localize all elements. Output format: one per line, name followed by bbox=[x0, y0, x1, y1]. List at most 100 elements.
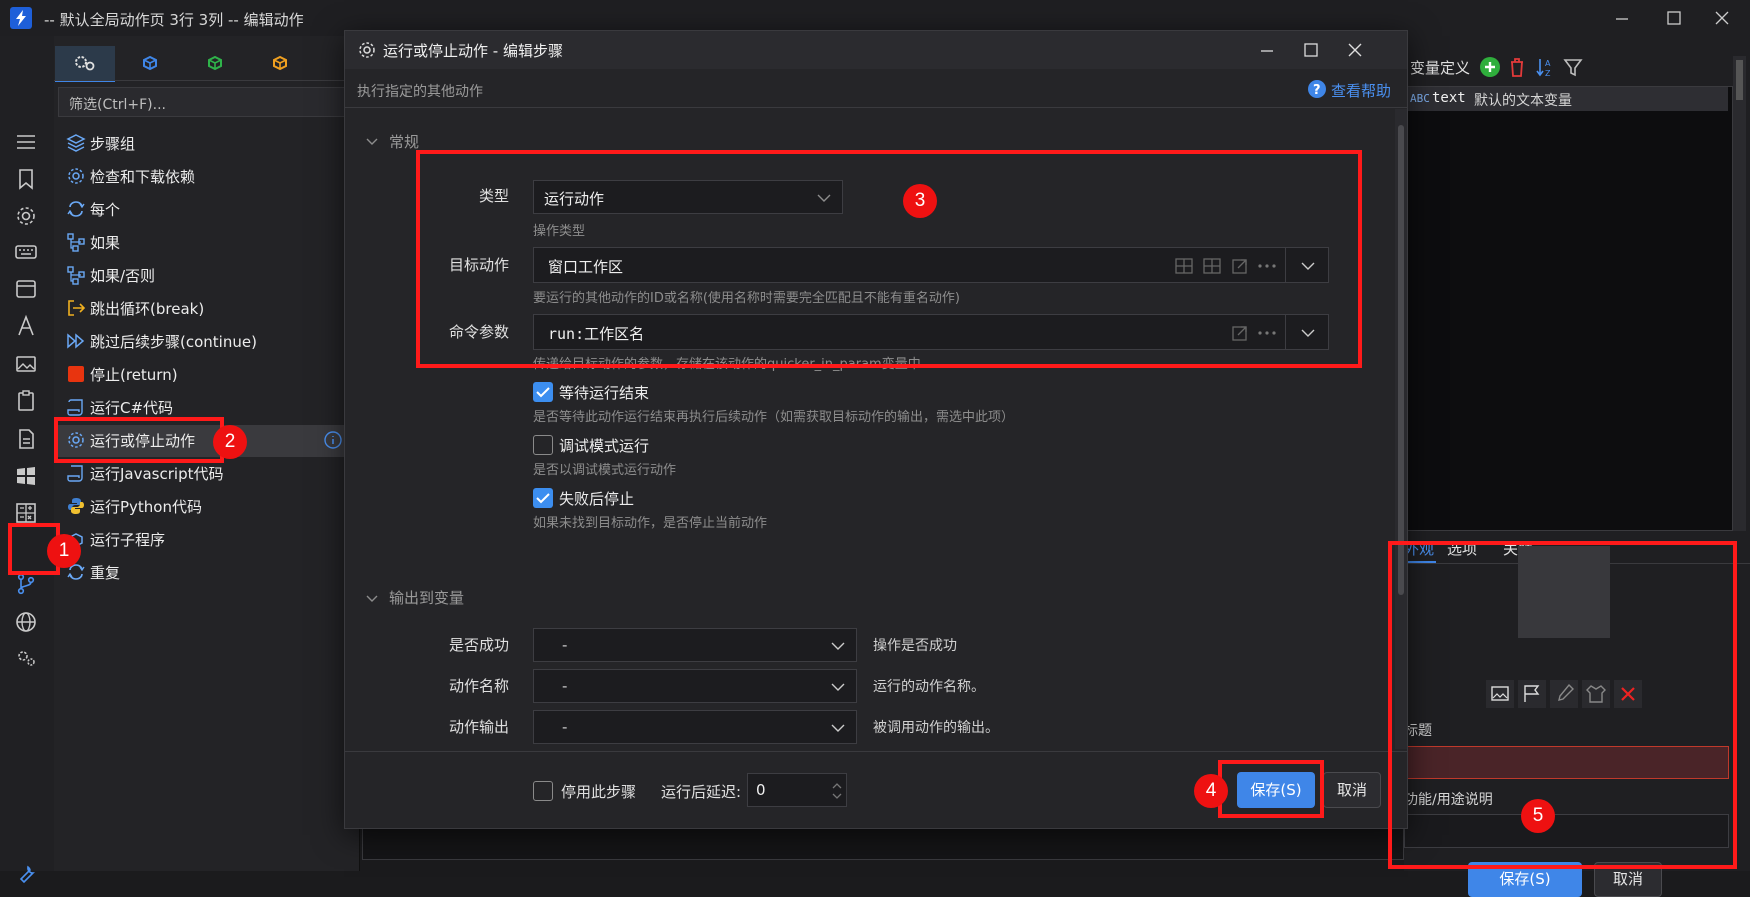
window-icon[interactable] bbox=[14, 277, 38, 301]
dialog-subtitle: 执行指定的其他动作 bbox=[357, 84, 483, 100]
settings-gears-icon[interactable] bbox=[14, 646, 38, 670]
script-icon bbox=[66, 463, 86, 483]
wait-label: 等待运行结束 bbox=[559, 384, 650, 402]
annotation-box-4 bbox=[1218, 760, 1324, 818]
branch-icon bbox=[66, 232, 86, 252]
output-select-success[interactable]: - bbox=[533, 628, 857, 662]
chevron-down-icon bbox=[830, 639, 846, 653]
var-scrollbar[interactable] bbox=[1733, 56, 1746, 531]
debug-desc: 是否以调试模式运行动作 bbox=[533, 463, 677, 478]
document-icon[interactable] bbox=[14, 427, 38, 451]
gear-icon[interactable] bbox=[14, 204, 38, 228]
info-icon[interactable] bbox=[323, 430, 343, 450]
tool-item-step-group[interactable]: 步骤组 bbox=[64, 128, 354, 158]
var-scroll-thumb[interactable] bbox=[1736, 60, 1743, 100]
stop-on-fail-label: 失败后停止 bbox=[559, 490, 635, 508]
menu-icon[interactable] bbox=[14, 130, 38, 154]
text-icon[interactable] bbox=[14, 314, 38, 338]
wait-desc: 是否等待此动作运行结束再执行后续动作（如需获取目标动作的输出，需选中此项） bbox=[533, 410, 1015, 425]
script-icon bbox=[66, 397, 86, 417]
tab-orange-cubes[interactable] bbox=[250, 46, 310, 80]
minimize-icon[interactable] bbox=[1600, 4, 1644, 32]
filter-placeholder: 筛选(Ctrl+F)... bbox=[69, 97, 166, 113]
tool-item-subprogram[interactable]: 运行子程序 bbox=[64, 524, 354, 554]
branch-icon[interactable] bbox=[14, 572, 38, 596]
image-icon[interactable] bbox=[14, 352, 38, 376]
stop-on-fail-checkbox[interactable] bbox=[533, 488, 553, 508]
variable-row[interactable]: ABC text 默认的文本变量 bbox=[1408, 87, 1728, 111]
wrench-icon[interactable] bbox=[14, 863, 38, 887]
svg-text:?: ? bbox=[1313, 83, 1321, 98]
tab-green-cubes[interactable] bbox=[185, 46, 245, 80]
output-value: - bbox=[562, 677, 568, 695]
dialog-cancel-button[interactable]: 取消 bbox=[1323, 772, 1381, 808]
exit-icon bbox=[66, 298, 86, 318]
help-icon[interactable]: ? bbox=[1307, 79, 1327, 99]
gear-icon bbox=[357, 40, 377, 60]
help-link[interactable]: 查看帮助 bbox=[1331, 80, 1391, 101]
tool-item-if[interactable]: 如果 bbox=[64, 227, 354, 257]
output-desc-name: 运行的动作名称。 bbox=[873, 679, 985, 695]
output-label-success: 是否成功 bbox=[448, 636, 509, 654]
branch-icon bbox=[66, 265, 86, 285]
annotation-badge-5: 5 bbox=[1521, 799, 1555, 833]
left-icon-rail bbox=[0, 36, 54, 884]
tool-item-continue[interactable]: 跳过后续步骤(continue) bbox=[64, 326, 354, 356]
fast-forward-icon bbox=[66, 331, 86, 351]
clipboard-icon[interactable] bbox=[14, 389, 38, 413]
gear-icon bbox=[66, 166, 86, 186]
delay-input[interactable]: 0 bbox=[747, 773, 847, 807]
globe-icon[interactable] bbox=[14, 610, 38, 634]
stop-icon bbox=[66, 364, 86, 384]
tool-item-if-else[interactable]: 如果/否则 bbox=[64, 260, 354, 290]
dialog-maximize-icon[interactable] bbox=[1291, 35, 1331, 65]
annotation-box-3 bbox=[416, 150, 1362, 368]
delete-variable-icon[interactable] bbox=[1506, 56, 1528, 78]
dialog-minimize-icon[interactable] bbox=[1247, 35, 1287, 65]
loop-icon bbox=[66, 199, 86, 219]
annotation-box-5 bbox=[1388, 541, 1737, 869]
output-value: - bbox=[562, 636, 568, 654]
tab-gears[interactable] bbox=[55, 46, 115, 82]
chevron-down-icon[interactable] bbox=[365, 592, 379, 606]
annotation-badge-1: 1 bbox=[47, 534, 81, 568]
bookmark-icon[interactable] bbox=[14, 167, 38, 191]
annotation-badge-3: 3 bbox=[903, 184, 937, 218]
add-variable-icon[interactable] bbox=[1479, 56, 1501, 78]
stepper-icon[interactable] bbox=[830, 778, 844, 804]
wait-checkbox[interactable] bbox=[533, 382, 553, 402]
annotation-badge-4: 4 bbox=[1194, 774, 1228, 808]
filter-icon[interactable] bbox=[1562, 56, 1584, 78]
tool-item-repeat[interactable]: 重复 bbox=[64, 557, 354, 587]
var-type: ABC bbox=[1410, 92, 1430, 105]
tool-item-foreach[interactable]: 每个 bbox=[64, 194, 354, 224]
sort-icon[interactable]: AZ bbox=[1534, 56, 1556, 78]
output-select-name[interactable]: - bbox=[533, 669, 857, 703]
chevron-down-icon bbox=[830, 680, 846, 694]
annotation-badge-2: 2 bbox=[213, 425, 247, 459]
dialog-footer-divider bbox=[345, 751, 1407, 752]
debug-checkbox[interactable] bbox=[533, 435, 553, 455]
toolbox-divider bbox=[54, 80, 359, 81]
dialog-close-icon[interactable] bbox=[1335, 35, 1375, 65]
keyboard-icon[interactable] bbox=[14, 240, 38, 264]
chevron-down-icon[interactable] bbox=[365, 135, 379, 149]
app-logo-icon bbox=[10, 7, 32, 29]
section-output: 输出到变量 bbox=[389, 589, 465, 607]
tool-item-python[interactable]: 运行Python代码 bbox=[64, 491, 354, 521]
calculator-icon[interactable] bbox=[14, 501, 38, 525]
dialog-header-divider bbox=[345, 107, 1407, 108]
disable-step-checkbox[interactable] bbox=[533, 781, 553, 801]
filter-input[interactable]: 筛选(Ctrl+F)... bbox=[58, 87, 354, 117]
tool-item-check-deps[interactable]: 检查和下载依赖 bbox=[64, 161, 354, 191]
chevron-down-icon bbox=[830, 721, 846, 735]
annotation-box-2 bbox=[54, 417, 224, 463]
windows-icon[interactable] bbox=[14, 464, 38, 488]
dialog-scroll-thumb[interactable] bbox=[1398, 125, 1404, 595]
tab-blue-cubes[interactable] bbox=[120, 46, 180, 80]
close-icon[interactable] bbox=[1700, 4, 1744, 32]
output-select-output[interactable]: - bbox=[533, 710, 857, 744]
tool-item-break[interactable]: 跳出循环(break) bbox=[64, 293, 354, 323]
maximize-icon[interactable] bbox=[1652, 4, 1696, 32]
tool-item-return[interactable]: 停止(return) bbox=[64, 359, 354, 389]
